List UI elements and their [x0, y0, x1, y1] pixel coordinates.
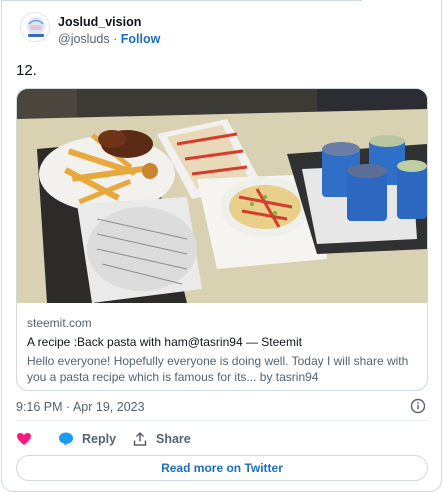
avatar-logo-icon — [22, 14, 49, 41]
read-more-label: Read more on Twitter — [161, 461, 283, 475]
like-button[interactable] — [16, 429, 32, 449]
top-border-accent — [2, 0, 362, 1]
read-more-button[interactable]: Read more on Twitter — [16, 455, 428, 481]
tweet-header: Joslud_vision @josluds · Follow — [20, 12, 420, 48]
link-description: Hello everyone! Hopefully everyone is do… — [27, 354, 409, 384]
author-handle[interactable]: @josluds — [58, 32, 110, 46]
info-circle-icon[interactable] — [410, 398, 426, 414]
author-name[interactable]: Joslud_vision — [58, 15, 141, 29]
avatar[interactable] — [20, 12, 50, 42]
tweet-actions: Reply Share — [16, 429, 316, 449]
handle-separator: · — [113, 32, 118, 46]
link-domain[interactable]: steemit.com — [27, 315, 419, 331]
speech-bubble-icon — [59, 432, 73, 446]
reply-button[interactable]: Reply — [58, 429, 116, 449]
reply-label: Reply — [82, 432, 117, 446]
link-preview-meta: steemit.com A recipe :Back pasta with ha… — [27, 315, 419, 385]
author-handle-row: @josluds · Follow — [58, 32, 160, 46]
divider — [16, 420, 428, 421]
upload-arrow-icon — [133, 431, 147, 446]
share-button[interactable]: Share — [132, 429, 191, 449]
tweet-text: 12. — [16, 62, 37, 79]
heart-icon — [17, 433, 31, 445]
share-label: Share — [156, 432, 191, 446]
link-preview-card[interactable]: steemit.com A recipe :Back pasta with ha… — [16, 88, 428, 391]
tweet-timestamp[interactable]: 9:16 PM · Apr 19, 2023 — [16, 400, 145, 414]
follow-button[interactable]: Follow — [121, 32, 161, 46]
food-photo-image — [17, 89, 427, 303]
link-title[interactable]: A recipe :Back pasta with ham@tasrin94 —… — [27, 334, 419, 350]
